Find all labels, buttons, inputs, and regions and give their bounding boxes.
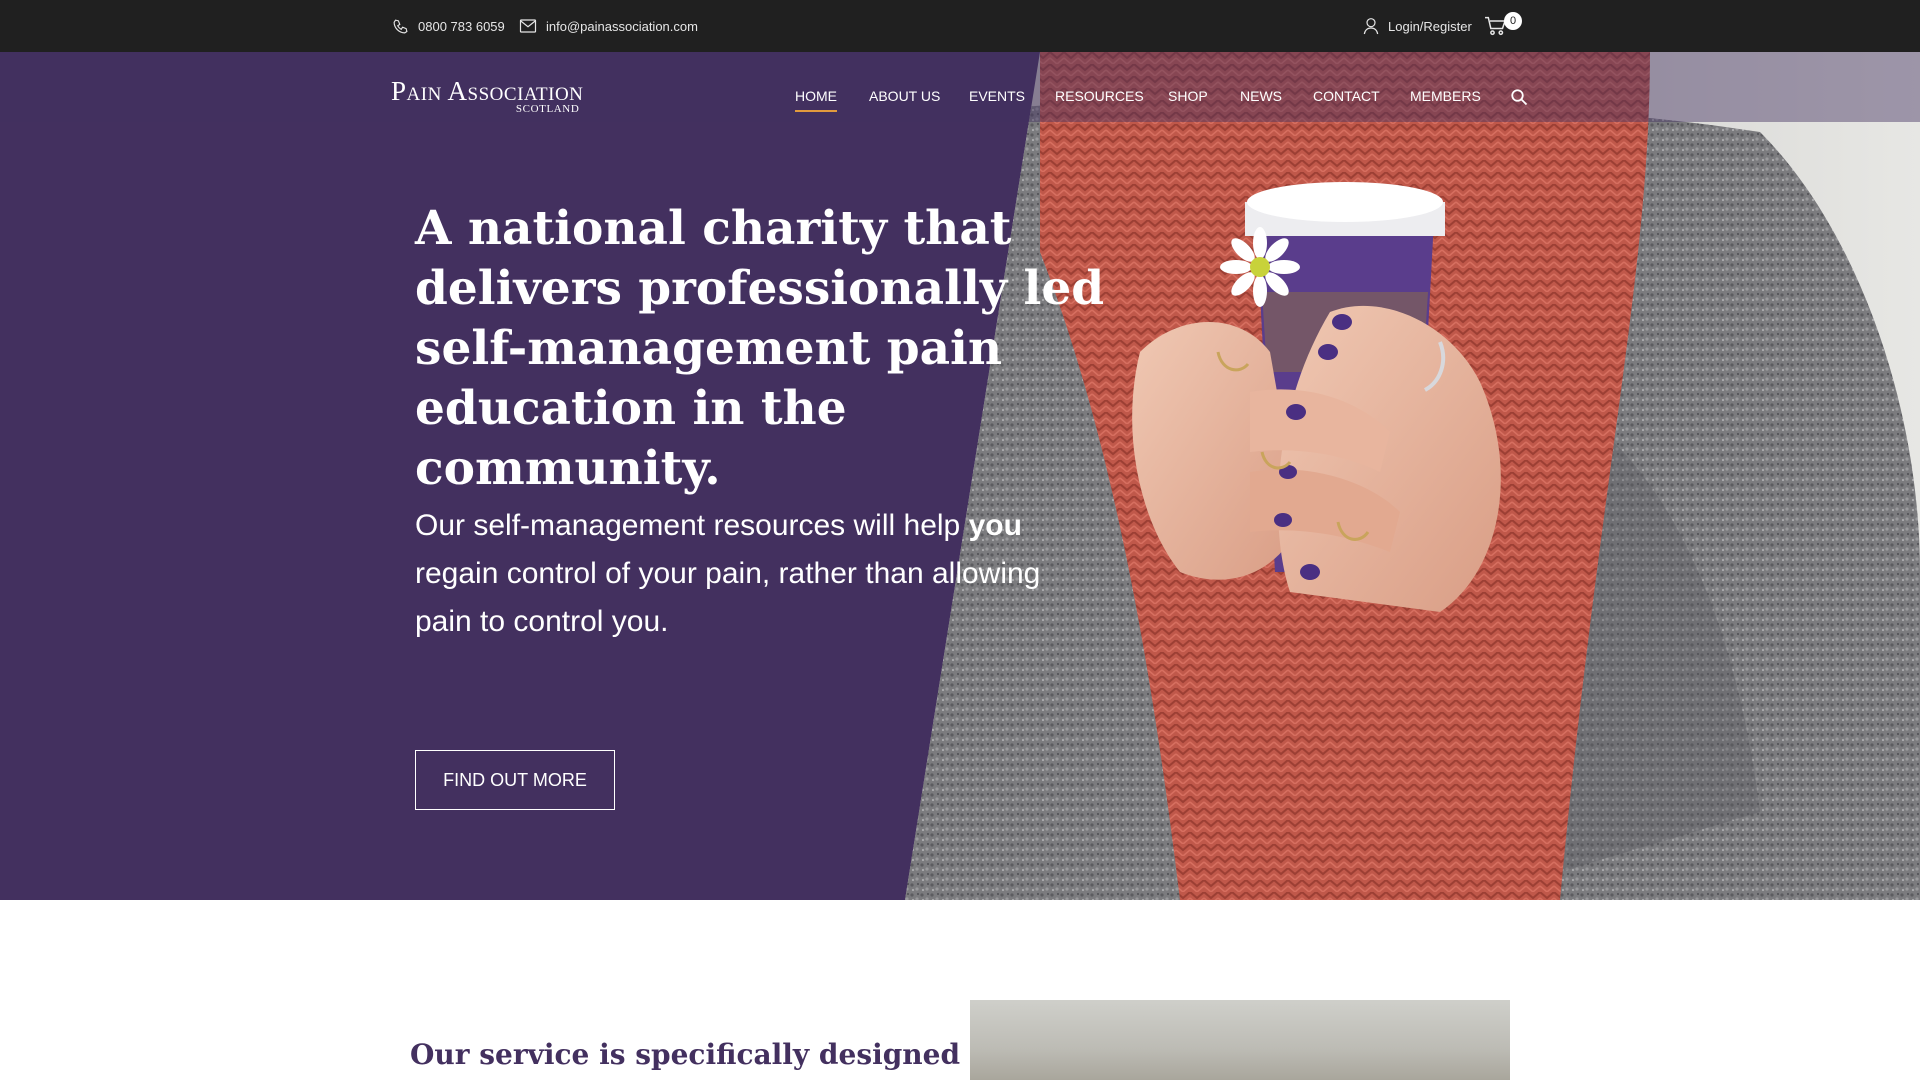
user-icon xyxy=(1363,18,1379,35)
email-address: info@painassociation.com xyxy=(546,18,698,34)
search-button[interactable] xyxy=(1510,88,1528,111)
nav-item-members[interactable]: MEMBERS xyxy=(1410,88,1481,104)
cart-button[interactable]: 0 xyxy=(1484,0,1522,52)
hero-subtext-emphasis: you xyxy=(968,509,1022,542)
cart-count-badge: 0 xyxy=(1504,12,1522,30)
nav-item-news[interactable]: NEWS xyxy=(1240,88,1282,104)
login-register-link[interactable]: Login/Register xyxy=(1363,0,1472,52)
nav-item-home[interactable]: HOME xyxy=(795,88,837,112)
cart-icon xyxy=(1485,16,1506,36)
phone-number: 0800 783 6059 xyxy=(418,18,505,34)
email-link[interactable]: info@painassociation.com xyxy=(519,0,698,52)
hero-section: Pain Association SCOTLAND HOME ABOUT US … xyxy=(0,52,1920,900)
hero-headline: A national charity that delivers profess… xyxy=(415,201,1105,496)
hero-subtext-part1: Our self-management resources will help xyxy=(415,509,961,542)
nav-band xyxy=(0,52,1920,122)
logo-wordmark: Pain Association xyxy=(391,76,584,106)
nav-item-about-us[interactable]: ABOUT US xyxy=(869,88,940,104)
section-heading: Our service is specifically designed xyxy=(410,1038,961,1071)
phone-icon xyxy=(393,18,408,33)
hero-subtext: Our self-management resources will help … xyxy=(415,502,1055,646)
site-logo[interactable]: Pain Association SCOTLAND xyxy=(391,76,584,116)
mail-icon xyxy=(519,19,537,33)
phone-link[interactable]: 0800 783 6059 xyxy=(392,0,505,52)
nav-item-shop[interactable]: SHOP xyxy=(1168,88,1208,104)
nav-item-contact[interactable]: CONTACT xyxy=(1313,88,1380,104)
section-image xyxy=(970,1000,1510,1080)
nav-item-resources[interactable]: RESOURCES xyxy=(1055,88,1144,104)
login-register-label: Login/Register xyxy=(1388,18,1472,34)
find-out-more-button[interactable]: FIND OUT MORE xyxy=(415,750,615,810)
search-icon xyxy=(1511,89,1528,106)
nav-item-events[interactable]: EVENTS xyxy=(969,88,1025,104)
hero-subtext-part2: regain control of your pain, rather than… xyxy=(415,557,1041,638)
top-bar: 0800 783 6059 info@painassociation.com L… xyxy=(0,0,1920,52)
